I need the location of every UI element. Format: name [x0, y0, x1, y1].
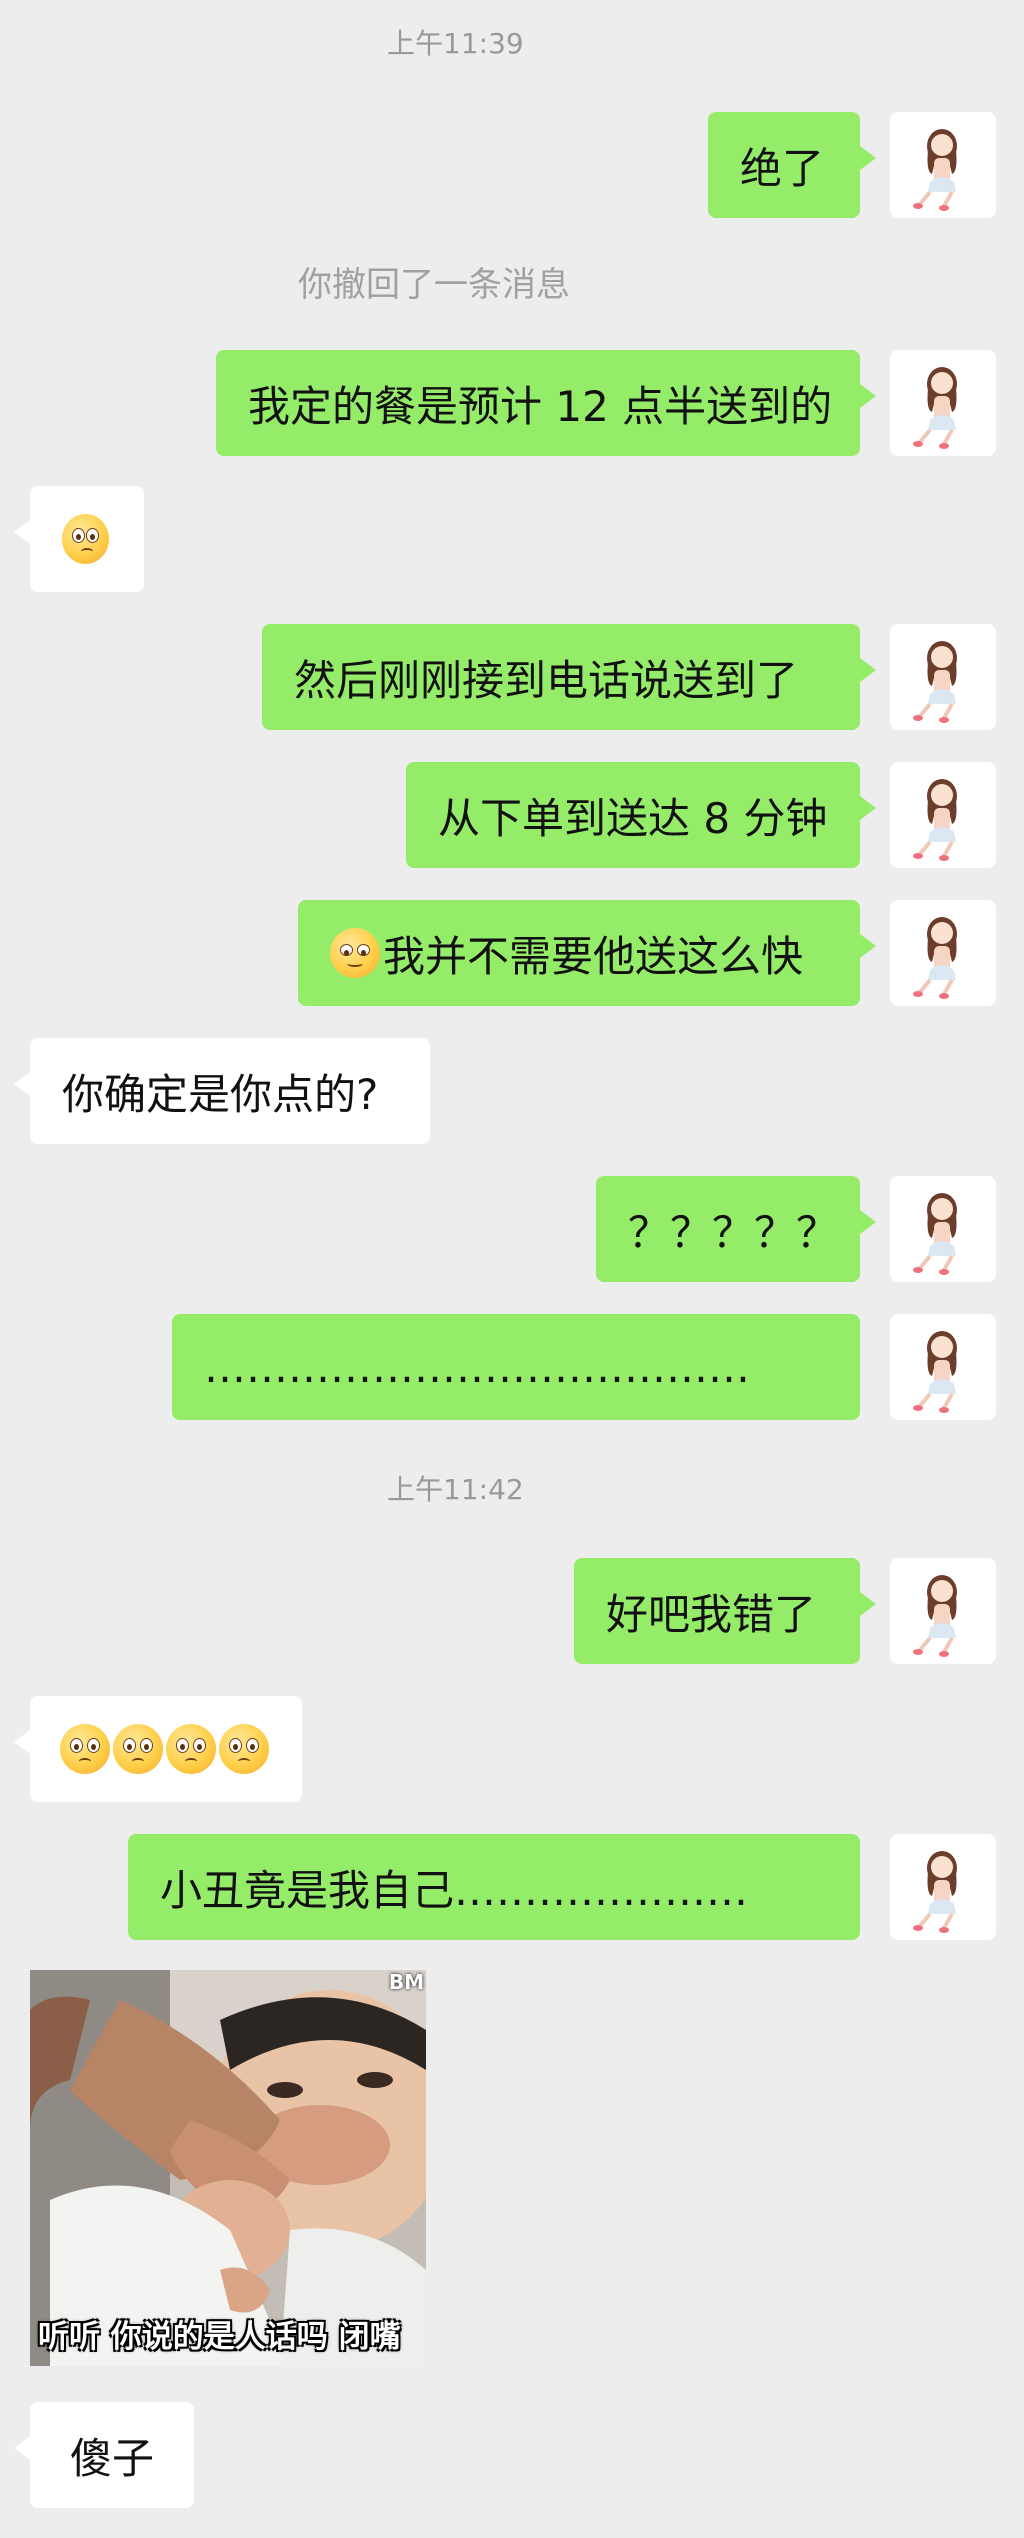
message-text: 你确定是你点的?: [62, 1069, 379, 1119]
flushed-face-emoji-icon: [62, 514, 109, 564]
message-bubble[interactable]: 傻子: [14, 2402, 194, 2508]
message-bubble[interactable]: 好吧我错了: [574, 1558, 876, 1664]
avatar-icon[interactable]: [890, 900, 996, 1006]
chat-view: 上午11:39 绝了 你撤回了一条消息 我定的餐是预计 12 点半送到的 然后刚…: [0, 0, 1024, 2538]
recall-notice: 你撤回了一条消息: [298, 265, 570, 305]
message-text: 从下单到送达 8 分钟: [438, 793, 828, 843]
message-text: …………………………………: [204, 1342, 750, 1392]
meme-sticker-image[interactable]: BM 听听 你说的是人话吗 闭嘴: [30, 1970, 426, 2366]
flushed-face-emoji-icon: [166, 1724, 216, 1774]
message-bubble[interactable]: [14, 486, 144, 592]
avatar-icon[interactable]: [890, 1834, 996, 1940]
message-bubble[interactable]: [14, 1696, 302, 1802]
timestamp: 上午11:42: [387, 1473, 524, 1506]
watermark: BM: [388, 1970, 424, 1994]
avatar-icon[interactable]: [890, 112, 996, 218]
message-bubble[interactable]: 绝了: [708, 112, 876, 218]
message-text: 傻子: [70, 2433, 155, 2483]
message-bubble[interactable]: 你确定是你点的?: [14, 1038, 430, 1144]
avatar-icon[interactable]: [890, 1558, 996, 1664]
baby-meme-illustration: [30, 1970, 426, 2366]
message-text: 好吧我错了: [606, 1589, 817, 1639]
message-bubble[interactable]: 小丑竟是我自己…………………: [128, 1834, 860, 1940]
avatar-icon[interactable]: [890, 624, 996, 730]
flushed-face-emoji-icon: [219, 1724, 269, 1774]
message-bubble[interactable]: …………………………………: [172, 1314, 860, 1420]
message-bubble[interactable]: 从下单到送达 8 分钟: [406, 762, 876, 868]
message-text: 我定的餐是预计 12 点半送到的: [248, 381, 833, 431]
avatar-icon[interactable]: [890, 1176, 996, 1282]
timestamp: 上午11:39: [387, 27, 524, 60]
message-text: 绝了: [740, 143, 825, 193]
avatar-icon[interactable]: [890, 762, 996, 868]
message-bubble[interactable]: 我并不需要他送这么快: [298, 900, 876, 1006]
message-text: 然后刚刚接到电话说送到了: [294, 655, 799, 705]
message-text: 我并不需要他送这么快: [383, 931, 804, 981]
message-bubble[interactable]: 然后刚刚接到电话说送到了: [262, 624, 876, 730]
message-text: ？？？？？: [628, 1207, 839, 1257]
flushed-face-emoji-icon: [60, 1724, 110, 1774]
message-text: 小丑竟是我自己…………………: [160, 1865, 749, 1915]
avatar-icon[interactable]: [890, 1314, 996, 1420]
flushed-face-emoji-icon: [113, 1724, 163, 1774]
message-bubble[interactable]: ？？？？？: [596, 1176, 876, 1282]
avatar-icon[interactable]: [890, 350, 996, 456]
message-bubble[interactable]: 我定的餐是预计 12 点半送到的: [216, 350, 876, 456]
meme-caption: 听听 你说的是人话吗 闭嘴: [38, 2319, 401, 2355]
smiling-face-emoji-icon: [330, 928, 380, 978]
